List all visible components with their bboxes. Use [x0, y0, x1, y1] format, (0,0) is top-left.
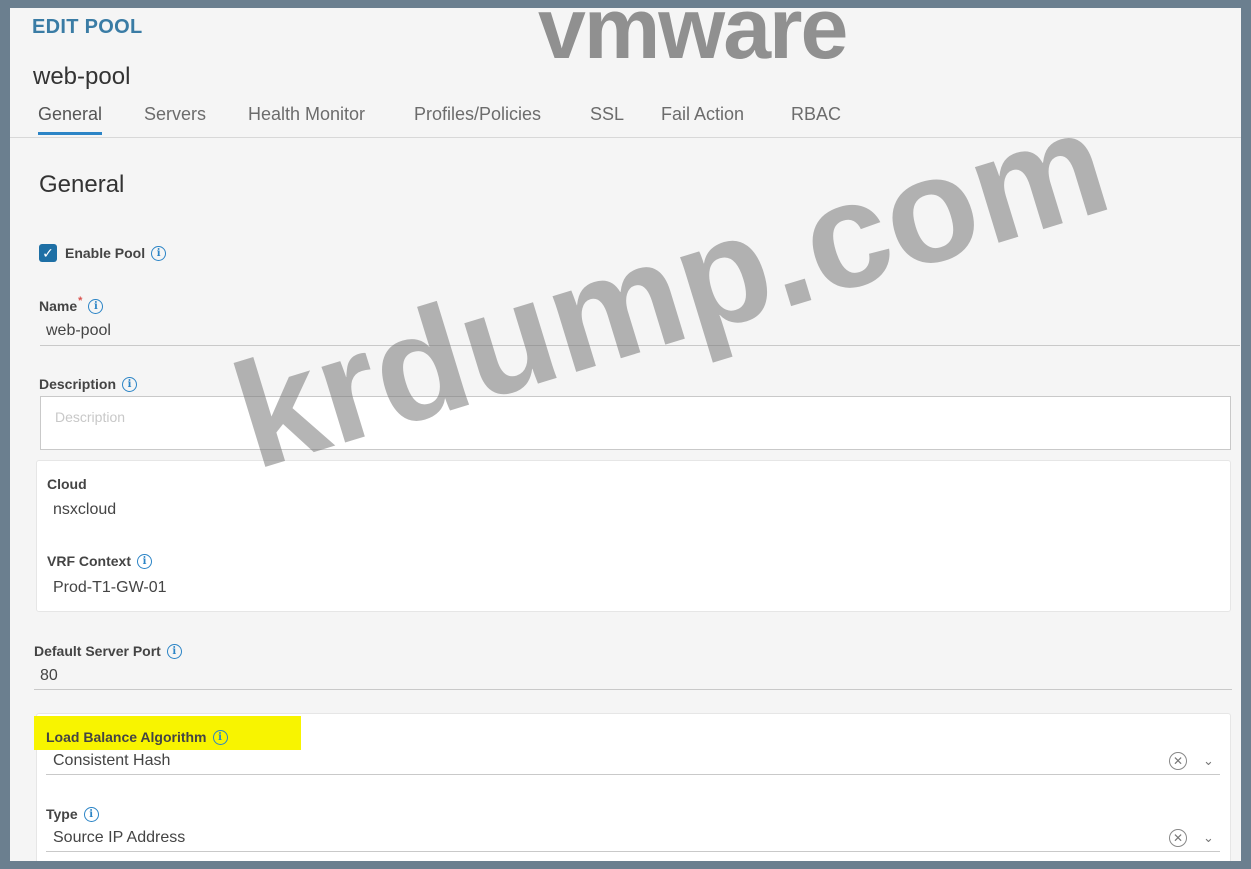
type-select[interactable]: Source IP Address — [53, 829, 185, 847]
vrf-context-label-text: VRF Context — [47, 553, 131, 569]
info-icon[interactable]: i — [137, 553, 152, 569]
page-title: EDIT POOL — [32, 16, 143, 38]
required-mark: * — [78, 295, 83, 307]
default-server-port-field[interactable]: 80 — [40, 667, 58, 685]
load-balance-algorithm-label: Load Balance Algorithm i — [46, 729, 228, 745]
enable-pool-label: Enable Pool — [65, 245, 146, 261]
pool-name-heading: web-pool — [33, 63, 131, 90]
tab-general[interactable]: General — [38, 104, 103, 135]
load-balance-algorithm-label-text: Load Balance Algorithm — [46, 729, 207, 745]
tab-ssl[interactable]: SSL — [590, 104, 624, 132]
cloud-vrf-card: Cloud nsxcloud VRF Context i Prod-T1-GW-… — [36, 460, 1231, 612]
vrf-context-value: Prod-T1-GW-01 — [53, 579, 167, 596]
info-icon[interactable]: i — [122, 376, 138, 392]
type-label: Type i — [46, 806, 99, 822]
description-placeholder: Description — [55, 409, 126, 425]
tab-fail-action[interactable]: Fail Action — [661, 104, 744, 132]
default-server-port-underline — [34, 689, 1232, 690]
tab-health-monitor[interactable]: Health Monitor — [248, 104, 365, 132]
description-textarea[interactable]: Description — [40, 396, 1231, 450]
checkmark-icon: ✓ — [42, 244, 54, 261]
vmware-watermark: vmware — [538, 8, 848, 77]
vrf-context-label: VRF Context i — [47, 553, 152, 569]
info-icon[interactable]: i — [212, 729, 228, 745]
chevron-down-icon[interactable]: ⌄ — [1203, 753, 1214, 769]
clear-circle-icon[interactable]: ✕ — [1169, 752, 1187, 770]
info-icon[interactable]: i — [166, 643, 182, 659]
enable-pool-checkbox[interactable]: ✓ — [39, 244, 57, 262]
type-label-text: Type — [46, 806, 78, 822]
clear-circle-icon[interactable]: ✕ — [1169, 829, 1187, 847]
tab-bar: General Servers Health Monitor Profiles/… — [10, 100, 1241, 138]
name-label-text: Name — [39, 298, 78, 314]
info-icon[interactable]: i — [151, 245, 167, 261]
default-server-port-label: Default Server Port i — [34, 643, 182, 659]
info-icon[interactable]: i — [88, 298, 104, 314]
default-server-port-label-text: Default Server Port — [34, 643, 161, 659]
cloud-value: nsxcloud — [53, 501, 117, 518]
tab-servers[interactable]: Servers — [144, 104, 206, 132]
info-icon[interactable]: i — [83, 806, 99, 822]
edit-pool-dialog: EDIT POOL web-pool General Servers Healt… — [10, 8, 1241, 861]
name-field-underline — [40, 345, 1240, 346]
load-balance-algorithm-select[interactable]: Consistent Hash — [53, 752, 170, 770]
type-underline — [46, 851, 1220, 852]
description-label: Description i — [39, 376, 138, 392]
name-label: Name * i — [39, 295, 104, 314]
section-title: General — [39, 171, 125, 198]
tab-rbac[interactable]: RBAC — [791, 104, 841, 132]
name-field[interactable]: web-pool — [46, 322, 111, 340]
enable-pool-row: ✓ Enable Pool i — [39, 244, 167, 262]
tab-profiles-policies[interactable]: Profiles/Policies — [414, 104, 541, 132]
chevron-down-icon[interactable]: ⌄ — [1203, 830, 1214, 846]
description-label-text: Description — [39, 376, 117, 392]
load-balance-underline — [46, 774, 1220, 775]
cloud-label: Cloud — [47, 476, 87, 492]
